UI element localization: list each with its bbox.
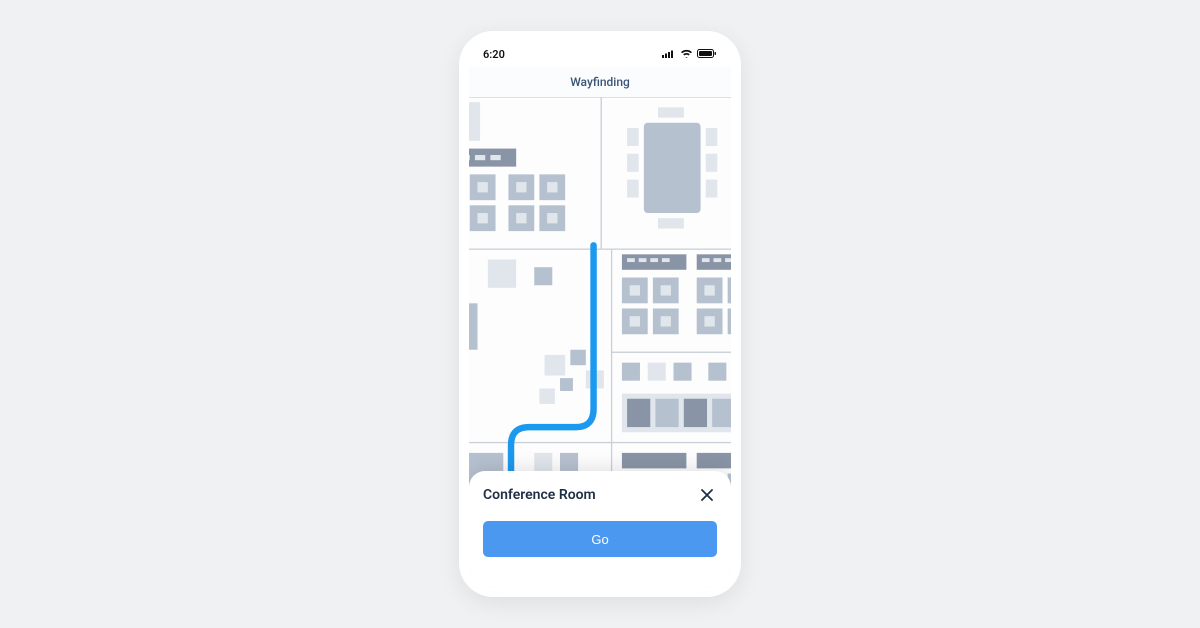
phone-frame: 6:20 Wayfinding (459, 31, 741, 597)
status-bar: 6:20 (469, 41, 731, 67)
battery-icon (697, 48, 717, 61)
sheet-header-row: Conference Room (483, 485, 717, 505)
phone-screen: 6:20 Wayfinding (469, 41, 731, 587)
page-title: Wayfinding (570, 75, 630, 89)
destination-title: Conference Room (483, 487, 596, 503)
status-indicators (662, 48, 717, 61)
status-time: 6:20 (483, 48, 505, 61)
close-button[interactable] (697, 485, 717, 505)
cellular-icon (662, 48, 676, 61)
go-button[interactable]: Go (483, 521, 717, 557)
screen-header: Wayfinding (469, 67, 731, 97)
destination-sheet: Conference Room Go (469, 471, 731, 587)
wifi-icon (680, 48, 693, 61)
close-icon (701, 489, 713, 501)
